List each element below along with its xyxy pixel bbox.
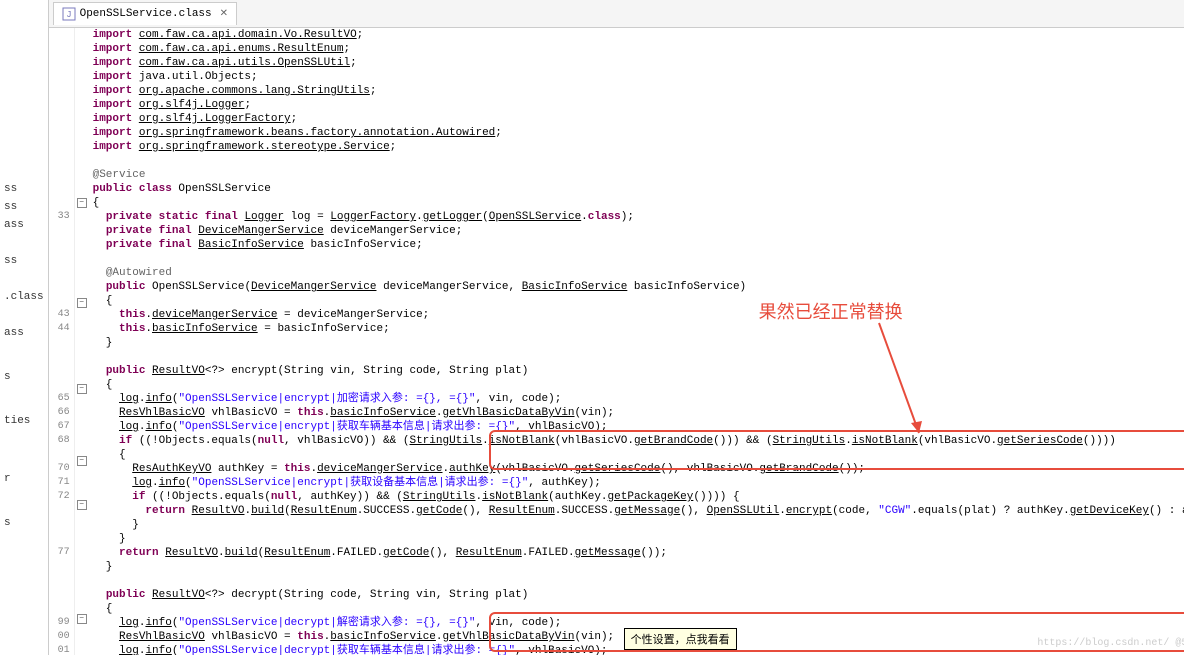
- code-line[interactable]: {: [93, 196, 1184, 210]
- explorer-item[interactable]: s: [0, 368, 48, 386]
- code-line[interactable]: import com.faw.ca.api.enums.ResultEnum;: [93, 42, 1184, 56]
- code-line[interactable]: @Service: [93, 168, 1184, 182]
- code-line[interactable]: {: [93, 448, 1184, 462]
- editor-tab[interactable]: J OpenSSLService.class ✕: [53, 2, 237, 25]
- code-line[interactable]: return ResultVO.build(ResultEnum.SUCCESS…: [93, 504, 1184, 518]
- code-line[interactable]: this.deviceMangerService = deviceMangerS…: [93, 308, 1184, 322]
- code-line[interactable]: [93, 574, 1184, 588]
- fold-toggle[interactable]: −: [77, 456, 87, 466]
- code-line[interactable]: if ((!Objects.equals(null, vhlBasicVO)) …: [93, 434, 1184, 448]
- code-line[interactable]: log.info("OpenSSLService|encrypt|获取设备基本信…: [93, 476, 1184, 490]
- line-number-gutter: 33434465666768707172779900010405060811: [49, 28, 75, 655]
- tab-title: OpenSSLService.class: [80, 8, 212, 20]
- explorer-item[interactable]: .class: [0, 288, 48, 306]
- package-explorer[interactable]: ssssassss.classassstiesrs: [0, 0, 49, 655]
- code-line[interactable]: public class OpenSSLService: [93, 182, 1184, 196]
- code-line[interactable]: ResVhlBasicVO vhlBasicVO = this.basicInf…: [93, 406, 1184, 420]
- code-line[interactable]: import org.springframework.beans.factory…: [93, 126, 1184, 140]
- tooltip[interactable]: 个性设置，点我看看: [624, 628, 737, 650]
- code-line[interactable]: return ResultVO.build(ResultEnum.FAILED.…: [93, 546, 1184, 560]
- annotation-text: 果然已经正常替换: [759, 298, 903, 324]
- class-file-icon: J: [62, 7, 76, 21]
- code-line[interactable]: import org.slf4j.Logger;: [93, 98, 1184, 112]
- code-line[interactable]: {: [93, 602, 1184, 616]
- editor-tab-bar: J OpenSSLService.class ✕: [49, 0, 1184, 28]
- code-line[interactable]: {: [93, 378, 1184, 392]
- explorer-item[interactable]: ss: [0, 180, 48, 198]
- explorer-item[interactable]: ss: [0, 252, 48, 270]
- code-line[interactable]: public OpenSSLService(DeviceMangerServic…: [93, 280, 1184, 294]
- code-line[interactable]: }: [93, 336, 1184, 350]
- code-line[interactable]: }: [93, 518, 1184, 532]
- code-content[interactable]: import com.faw.ca.api.domain.Vo.ResultVO…: [89, 28, 1184, 655]
- code-editor[interactable]: 33434465666768707172779900010405060811 −…: [49, 28, 1184, 655]
- code-line[interactable]: import org.slf4j.LoggerFactory;: [93, 112, 1184, 126]
- code-line[interactable]: import com.faw.ca.api.domain.Vo.ResultVO…: [93, 28, 1184, 42]
- code-line[interactable]: private final DeviceMangerService device…: [93, 224, 1184, 238]
- explorer-item[interactable]: r: [0, 470, 48, 488]
- code-line[interactable]: private static final Logger log = Logger…: [93, 210, 1184, 224]
- code-line[interactable]: [93, 350, 1184, 364]
- code-line[interactable]: }: [93, 532, 1184, 546]
- fold-toggle[interactable]: −: [77, 614, 87, 624]
- code-line[interactable]: }: [93, 560, 1184, 574]
- code-line[interactable]: public ResultVO<?> encrypt(String vin, S…: [93, 364, 1184, 378]
- code-line[interactable]: @Autowired: [93, 266, 1184, 280]
- code-line[interactable]: if ((!Objects.equals(null, authKey)) && …: [93, 490, 1184, 504]
- code-line[interactable]: private final BasicInfoService basicInfo…: [93, 238, 1184, 252]
- explorer-item[interactable]: ass: [0, 324, 48, 342]
- fold-toggle[interactable]: −: [77, 198, 87, 208]
- watermark: https://blog.csdn.net/ @51CTO博客: [1037, 633, 1184, 649]
- code-line[interactable]: [93, 252, 1184, 266]
- code-line[interactable]: import java.util.Objects;: [93, 70, 1184, 84]
- code-line[interactable]: [93, 154, 1184, 168]
- fold-gutter[interactable]: −−−−−−−−: [75, 28, 89, 655]
- code-line[interactable]: import com.faw.ca.api.utils.OpenSSLUtil;: [93, 56, 1184, 70]
- code-line[interactable]: public ResultVO<?> decrypt(String code, …: [93, 588, 1184, 602]
- explorer-item[interactable]: ass: [0, 216, 48, 234]
- fold-toggle[interactable]: −: [77, 298, 87, 308]
- explorer-item[interactable]: ties: [0, 412, 48, 430]
- fold-toggle[interactable]: −: [77, 500, 87, 510]
- fold-toggle[interactable]: −: [77, 384, 87, 394]
- close-icon[interactable]: ✕: [220, 8, 228, 20]
- code-line[interactable]: log.info("OpenSSLService|encrypt|加密请求入参:…: [93, 392, 1184, 406]
- code-line[interactable]: this.basicInfoService = basicInfoService…: [93, 322, 1184, 336]
- code-line[interactable]: import org.springframework.stereotype.Se…: [93, 140, 1184, 154]
- code-line[interactable]: log.info("OpenSSLService|encrypt|获取车辆基本信…: [93, 420, 1184, 434]
- explorer-item[interactable]: ss: [0, 198, 48, 216]
- svg-text:J: J: [66, 10, 71, 20]
- code-line[interactable]: import org.apache.commons.lang.StringUti…: [93, 84, 1184, 98]
- explorer-item[interactable]: s: [0, 514, 48, 532]
- code-line[interactable]: {: [93, 294, 1184, 308]
- code-line[interactable]: ResAuthKeyVO authKey = this.deviceManger…: [93, 462, 1184, 476]
